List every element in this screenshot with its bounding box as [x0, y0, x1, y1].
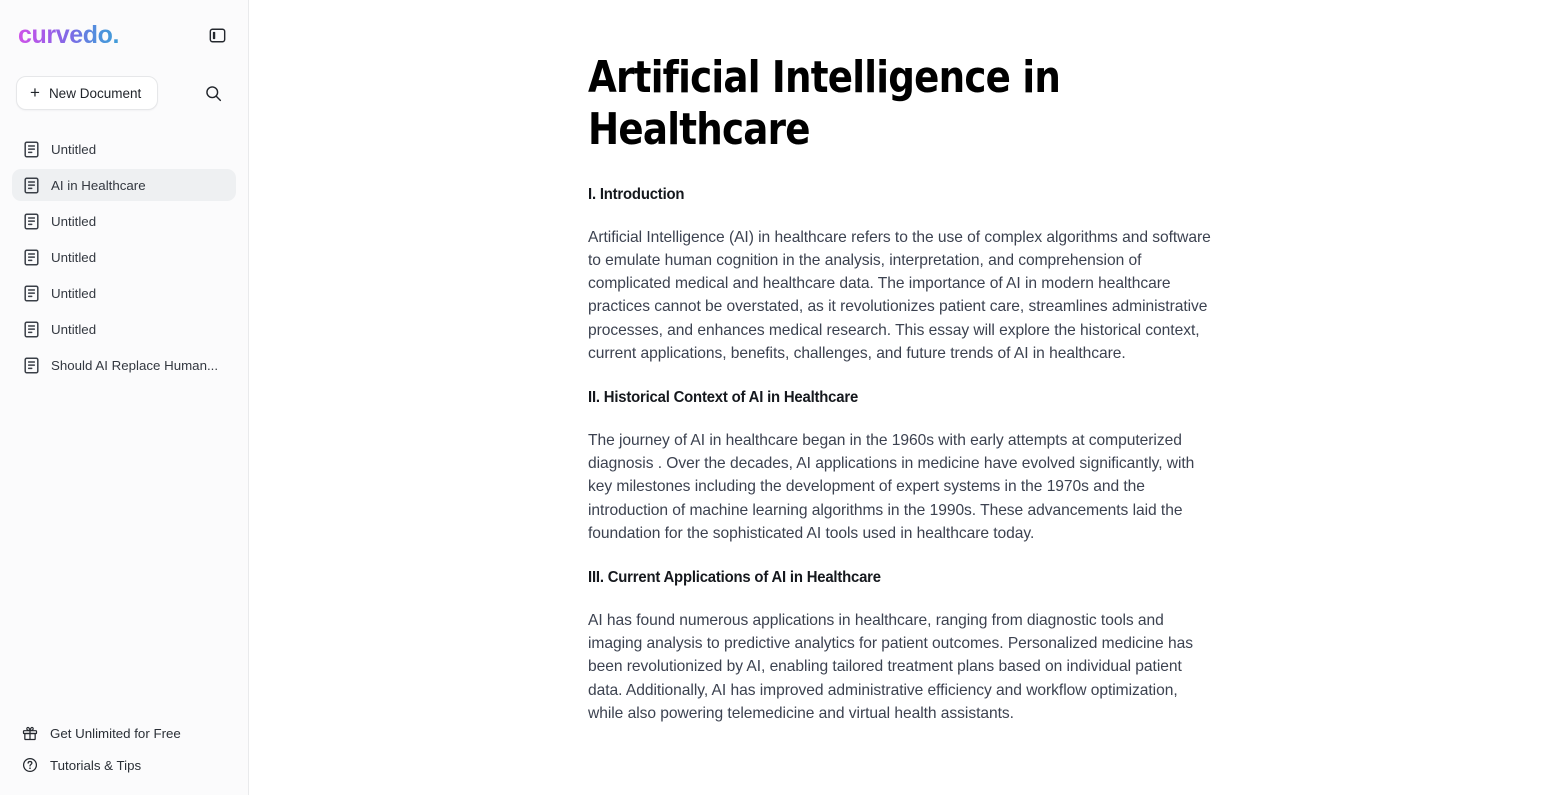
sidebar: curvedo. + New Document Untitled AI in H…	[0, 0, 249, 795]
section-heading-3[interactable]: III. Current Applications of AI in Healt…	[588, 569, 1260, 587]
sidebar-document-item[interactable]: Untitled	[12, 133, 236, 165]
tutorials-tips-button[interactable]: Tutorials & Tips	[12, 749, 236, 781]
search-icon	[205, 85, 221, 101]
sidebar-document-item[interactable]: Untitled	[12, 241, 236, 273]
document-item-label: Untitled	[51, 249, 97, 265]
sidebar-document-item[interactable]: Should AI Replace Human...	[12, 349, 236, 381]
sidebar-header: curvedo.	[0, 0, 248, 56]
footer-spacer	[12, 781, 236, 795]
document-item-label: Untitled	[51, 321, 97, 337]
document-icon	[24, 248, 40, 266]
document-scroll-area[interactable]: Artificial Intelligence in Healthcare I.…	[249, 0, 1542, 795]
document-list: Untitled AI in Healthcare Untitled Untit…	[0, 133, 248, 381]
sidebar-footer: Get Unlimited for Free Tutorials & Tips	[0, 717, 248, 795]
document-page[interactable]: Artificial Intelligence in Healthcare I.…	[588, 0, 1288, 725]
app-logo[interactable]: curvedo.	[18, 20, 119, 50]
app-root: curvedo. + New Document Untitled AI in H…	[0, 0, 1542, 795]
section-paragraph-1[interactable]: Artificial Intelligence (AI) in healthca…	[588, 226, 1216, 365]
main-content: Artificial Intelligence in Healthcare I.…	[249, 0, 1542, 795]
document-icon	[24, 140, 40, 158]
sidebar-document-item-active[interactable]: AI in Healthcare	[12, 169, 236, 201]
get-unlimited-label: Get Unlimited for Free	[50, 725, 181, 741]
new-document-button[interactable]: + New Document	[16, 76, 159, 110]
section-heading-1[interactable]: I. Introduction	[588, 186, 1260, 204]
section-heading-2[interactable]: II. Historical Context of AI in Healthca…	[588, 389, 1260, 407]
sidebar-document-item[interactable]: Untitled	[12, 277, 236, 309]
sidebar-document-item[interactable]: Untitled	[12, 205, 236, 237]
tutorials-tips-label: Tutorials & Tips	[50, 757, 142, 773]
document-icon	[24, 356, 40, 374]
gift-icon	[22, 725, 39, 741]
document-item-label: Untitled	[51, 141, 97, 157]
get-unlimited-button[interactable]: Get Unlimited for Free	[12, 717, 236, 749]
document-icon	[24, 320, 40, 338]
section-paragraph-3[interactable]: AI has found numerous applications in he…	[588, 609, 1216, 725]
sidebar-actions: + New Document	[0, 56, 248, 110]
document-icon	[24, 176, 40, 194]
sidebar-toggle-icon	[209, 28, 225, 42]
sidebar-document-item[interactable]: Untitled	[12, 313, 236, 345]
section-paragraph-2[interactable]: The journey of AI in healthcare began in…	[588, 429, 1216, 545]
document-item-label: AI in Healthcare	[51, 177, 146, 193]
search-button[interactable]	[198, 78, 228, 108]
document-item-label: Untitled	[51, 213, 97, 229]
document-item-label: Should AI Replace Human...	[51, 357, 219, 373]
help-circle-icon	[22, 757, 39, 773]
plus-icon: +	[30, 83, 40, 102]
document-item-label: Untitled	[51, 285, 97, 301]
document-icon	[24, 212, 40, 230]
new-document-label: New Document	[48, 85, 142, 101]
sidebar-toggle-button[interactable]	[204, 22, 230, 48]
document-icon	[24, 284, 40, 302]
document-title[interactable]: Artificial Intelligence in Healthcare	[588, 52, 1246, 156]
